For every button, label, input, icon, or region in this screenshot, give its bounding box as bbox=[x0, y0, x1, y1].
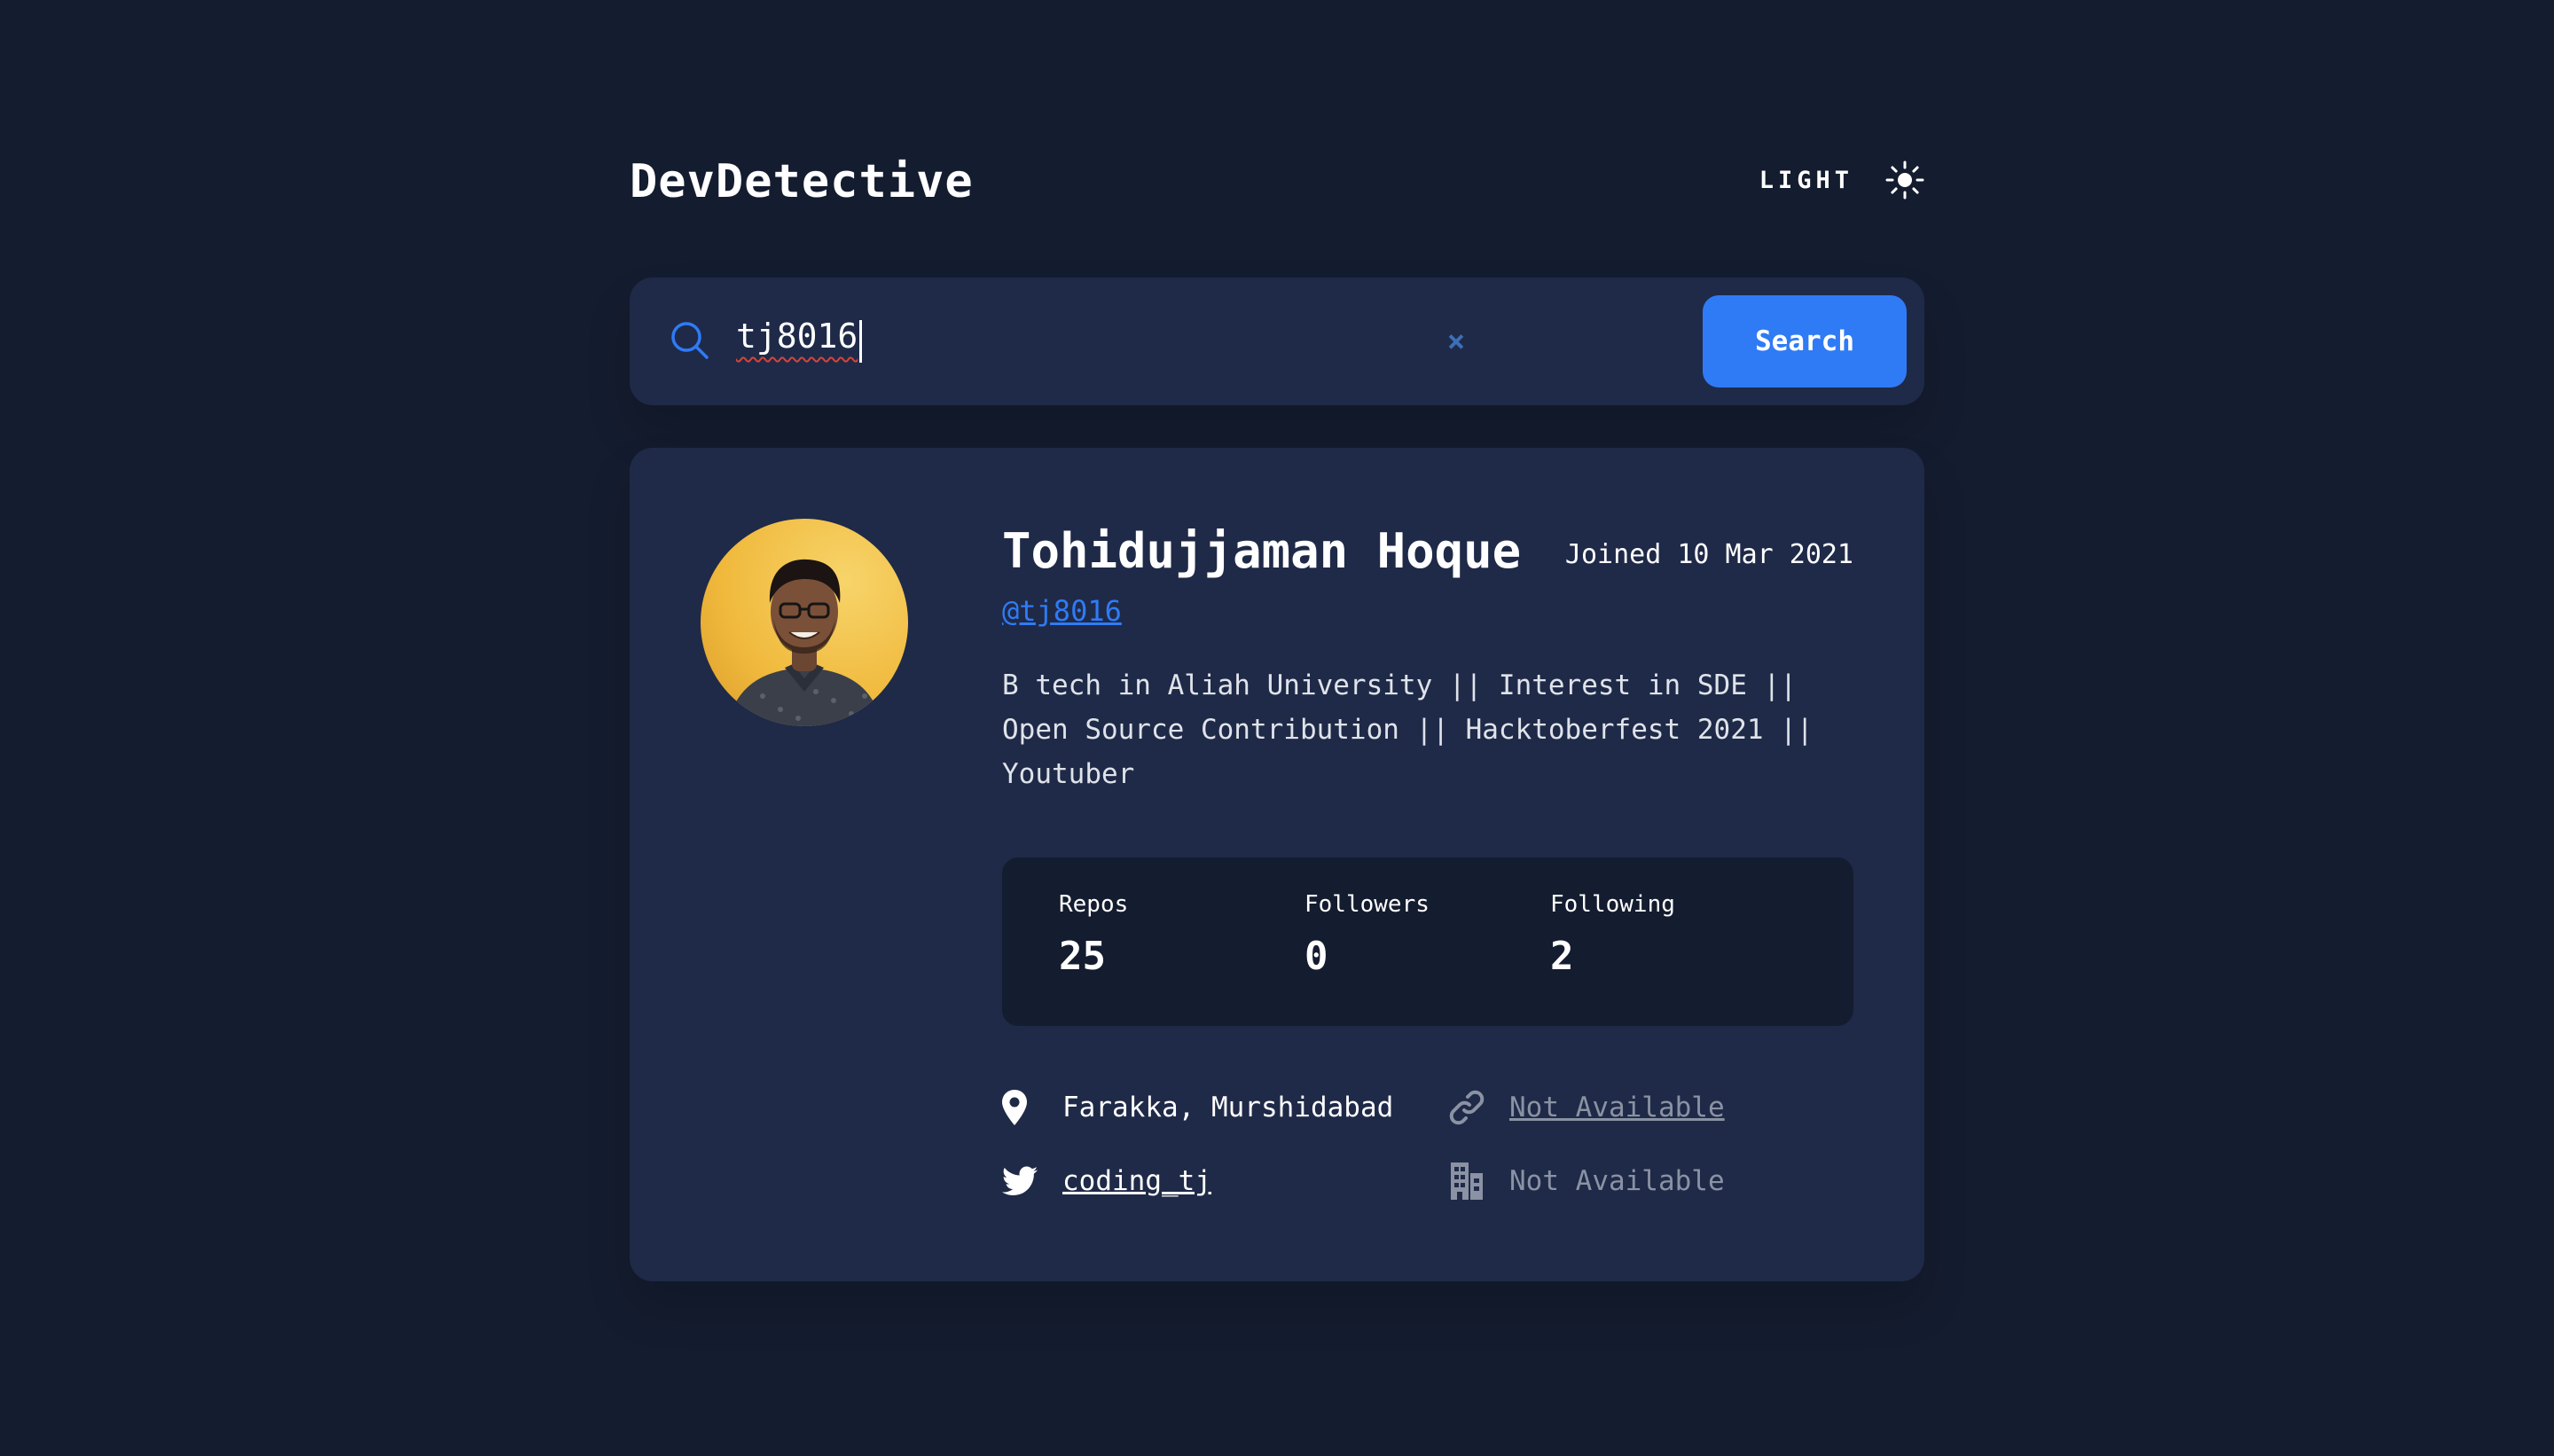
location-text: Farakka, Murshidabad bbox=[1062, 1092, 1394, 1123]
stat-following-value: 2 bbox=[1550, 934, 1574, 979]
twitter-icon bbox=[1002, 1162, 1038, 1201]
location-pin-icon bbox=[1002, 1088, 1038, 1127]
stat-following-label: Following bbox=[1550, 891, 1675, 918]
text-caret bbox=[859, 320, 862, 363]
joined-date: Joined 10 Mar 2021 bbox=[1564, 539, 1853, 570]
search-input[interactable]: tj8016 bbox=[736, 317, 858, 356]
stats-panel: Repos 25 Followers 0 Following 2 bbox=[1002, 857, 1853, 1026]
search-icon bbox=[670, 320, 710, 364]
profile-name: Tohidujjaman Hoque bbox=[1002, 523, 1522, 579]
twitter-link[interactable]: coding_tj bbox=[1062, 1165, 1211, 1197]
stat-repos-value: 25 bbox=[1059, 934, 1106, 979]
website-link[interactable]: Not Available bbox=[1509, 1092, 1725, 1123]
profile-login-link[interactable]: @tj8016 bbox=[1002, 594, 1122, 628]
building-icon bbox=[1449, 1162, 1485, 1201]
sun-icon bbox=[1885, 160, 1924, 200]
website-row: Not Available bbox=[1449, 1088, 1725, 1127]
profile-bio: B tech in Aliah University || Interest i… bbox=[1002, 669, 1814, 790]
stat-following: Following 2 bbox=[1550, 891, 1675, 979]
avatar bbox=[701, 519, 908, 726]
app-title: DevDetective bbox=[630, 155, 974, 208]
search-bar: tj8016 × Search bbox=[630, 278, 1924, 405]
location-row: Farakka, Murshidabad bbox=[1002, 1088, 1393, 1127]
header: DevDetective LIGHT bbox=[630, 146, 1924, 217]
link-icon bbox=[1449, 1088, 1485, 1127]
stat-repos: Repos 25 bbox=[1059, 891, 1128, 979]
search-button[interactable]: Search bbox=[1703, 295, 1907, 387]
company-row: Not Available bbox=[1449, 1162, 1725, 1201]
clear-search-button[interactable]: × bbox=[1437, 322, 1476, 361]
theme-toggle-label: LIGHT bbox=[1759, 166, 1853, 194]
theme-toggle-button[interactable]: LIGHT bbox=[1759, 153, 1924, 207]
stat-followers-label: Followers bbox=[1304, 891, 1430, 918]
stat-followers: Followers 0 bbox=[1304, 891, 1430, 979]
profile-card: Tohidujjaman Hoque Joined 10 Mar 2021 @t… bbox=[630, 448, 1924, 1281]
company-text: Not Available bbox=[1509, 1165, 1725, 1197]
stat-followers-value: 0 bbox=[1304, 934, 1328, 979]
stat-repos-label: Repos bbox=[1059, 891, 1129, 918]
twitter-row: coding_tj bbox=[1002, 1162, 1211, 1201]
